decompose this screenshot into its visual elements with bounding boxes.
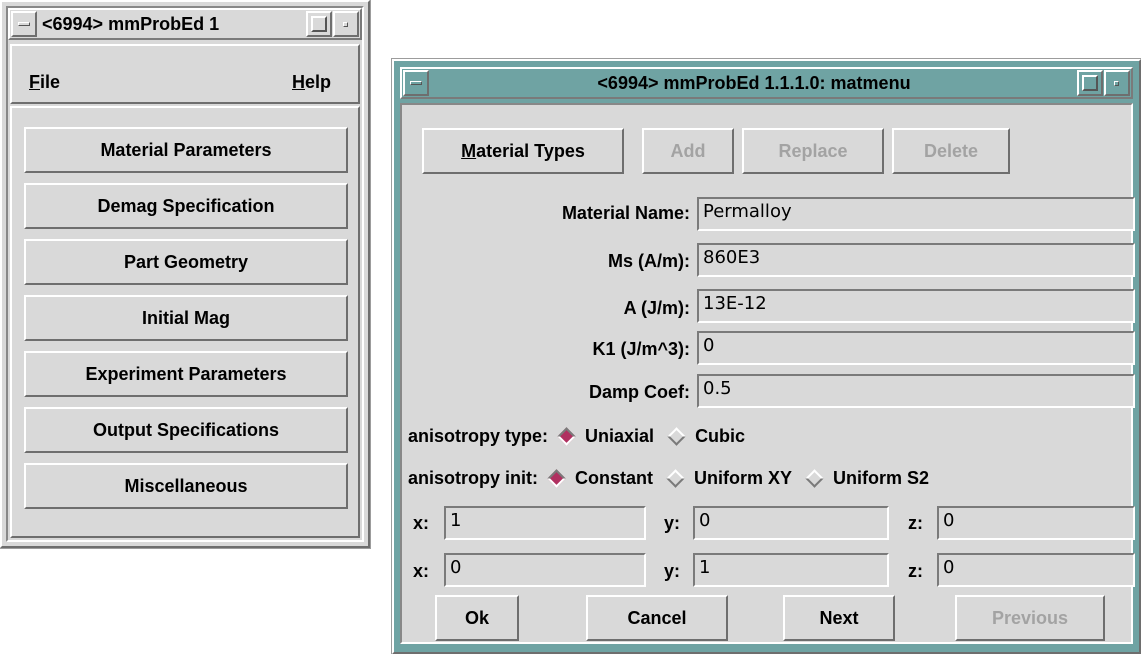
uniform-s2-label[interactable]: Uniform S2 [833, 468, 929, 489]
dialog-maximize-button[interactable] [1077, 70, 1103, 96]
constant-radio[interactable] [547, 468, 566, 488]
main-window-titlebar[interactable]: <6994> mmProbEd 1 [8, 8, 362, 40]
file-menu-label: ile [40, 72, 61, 92]
output-specifications-button[interactable]: Output Specifications [24, 407, 348, 453]
main-window: <6994> mmProbEd 1 File Help Material Par… [0, 0, 371, 549]
maximize-icon [311, 16, 327, 32]
axis1-z-label: z: [908, 513, 923, 533]
dialog-iconify-icon [1114, 81, 1119, 86]
axis2-z-label: z: [908, 561, 923, 581]
material-types-mnemonic: M [461, 140, 477, 161]
axis1-x-label: x: [413, 513, 430, 533]
material-name-label: Material Name: [561, 203, 690, 223]
iconify-button[interactable] [333, 11, 359, 37]
uniform-s2-radio[interactable] [805, 468, 824, 488]
help-menu-mnemonic: H [292, 72, 305, 92]
window-menu-button[interactable] [11, 11, 37, 37]
ms-label: Ms (A/m): [608, 251, 690, 271]
dialog-titlebar[interactable]: <6994> mmProbEd 1.1.1.0: matmenu [400, 67, 1133, 99]
add-button[interactable]: Add [642, 128, 734, 174]
material-name-field[interactable]: Permalloy [697, 197, 1135, 231]
axis2-x-label: x: [413, 561, 430, 581]
anisotropy-init-row: anisotropy init: Constant Uniform XY Uni… [408, 463, 929, 493]
exchange-a-label: A (J/m): [623, 298, 690, 318]
delete-button[interactable]: Delete [892, 128, 1010, 174]
next-button[interactable]: Next [783, 595, 895, 641]
part-geometry-button[interactable]: Part Geometry [24, 239, 348, 285]
uniform-xy-label[interactable]: Uniform XY [694, 468, 792, 489]
axis1-y-field[interactable]: 0 [693, 506, 889, 540]
ok-button[interactable]: Ok [435, 595, 519, 641]
constant-label[interactable]: Constant [575, 468, 653, 489]
k1-label: K1 (J/m^3): [592, 339, 690, 359]
axis1-z-field[interactable]: 0 [937, 506, 1135, 540]
k1-field[interactable]: 0 [697, 331, 1135, 365]
exchange-a-field[interactable]: 13E-12 [697, 289, 1135, 323]
window-menu-icon [18, 22, 30, 26]
cubic-radio[interactable] [667, 426, 686, 446]
axis2-y-field[interactable]: 1 [693, 553, 889, 587]
cubic-label[interactable]: Cubic [695, 426, 745, 447]
previous-button[interactable]: Previous [955, 595, 1105, 641]
axis2-x-field[interactable]: 0 [444, 553, 646, 587]
miscellaneous-button[interactable]: Miscellaneous [24, 463, 348, 509]
axis2-z-field[interactable]: 0 [937, 553, 1135, 587]
replace-button[interactable]: Replace [742, 128, 884, 174]
axis2-y-label: y: [664, 561, 681, 581]
help-menu-label: elp [305, 72, 332, 92]
material-parameters-button[interactable]: Material Parameters [24, 127, 348, 173]
cancel-button[interactable]: Cancel [586, 595, 728, 641]
experiment-parameters-button[interactable]: Experiment Parameters [24, 351, 348, 397]
uniaxial-radio[interactable] [557, 426, 576, 446]
material-types-button[interactable]: Material Types [422, 128, 624, 174]
damp-coef-field[interactable]: 0.5 [697, 374, 1135, 408]
demag-specification-button[interactable]: Demag Specification [24, 183, 348, 229]
anisotropy-type-label: anisotropy type: [408, 425, 549, 446]
axis1-x-field[interactable]: 1 [444, 506, 646, 540]
main-window-title: <6994> mmProbEd 1 [42, 14, 220, 34]
dialog-iconify-button[interactable] [1104, 70, 1130, 96]
dialog-window-menu-icon [410, 81, 422, 85]
file-menu-mnemonic: F [29, 72, 40, 92]
uniform-xy-radio[interactable] [666, 468, 685, 488]
dialog-maximize-icon [1082, 75, 1098, 91]
material-types-label: aterial Types [476, 140, 585, 161]
anisotropy-init-label: anisotropy init: [408, 467, 538, 488]
initial-mag-button[interactable]: Initial Mag [24, 295, 348, 341]
dialog-title: <6994> mmProbEd 1.1.1.0: matmenu [597, 73, 911, 93]
damp-coef-label: Damp Coef: [588, 382, 690, 402]
uniaxial-label[interactable]: Uniaxial [585, 426, 654, 447]
iconify-icon [343, 22, 348, 27]
anisotropy-type-row: anisotropy type: Uniaxial Cubic [408, 421, 745, 451]
help-menu[interactable]: Help [292, 72, 331, 93]
maximize-button[interactable] [306, 11, 332, 37]
ms-field[interactable]: 860E3 [697, 243, 1135, 277]
axis1-y-label: y: [664, 513, 681, 533]
file-menu[interactable]: File [29, 72, 60, 93]
dialog-window-menu-button[interactable] [403, 70, 429, 96]
